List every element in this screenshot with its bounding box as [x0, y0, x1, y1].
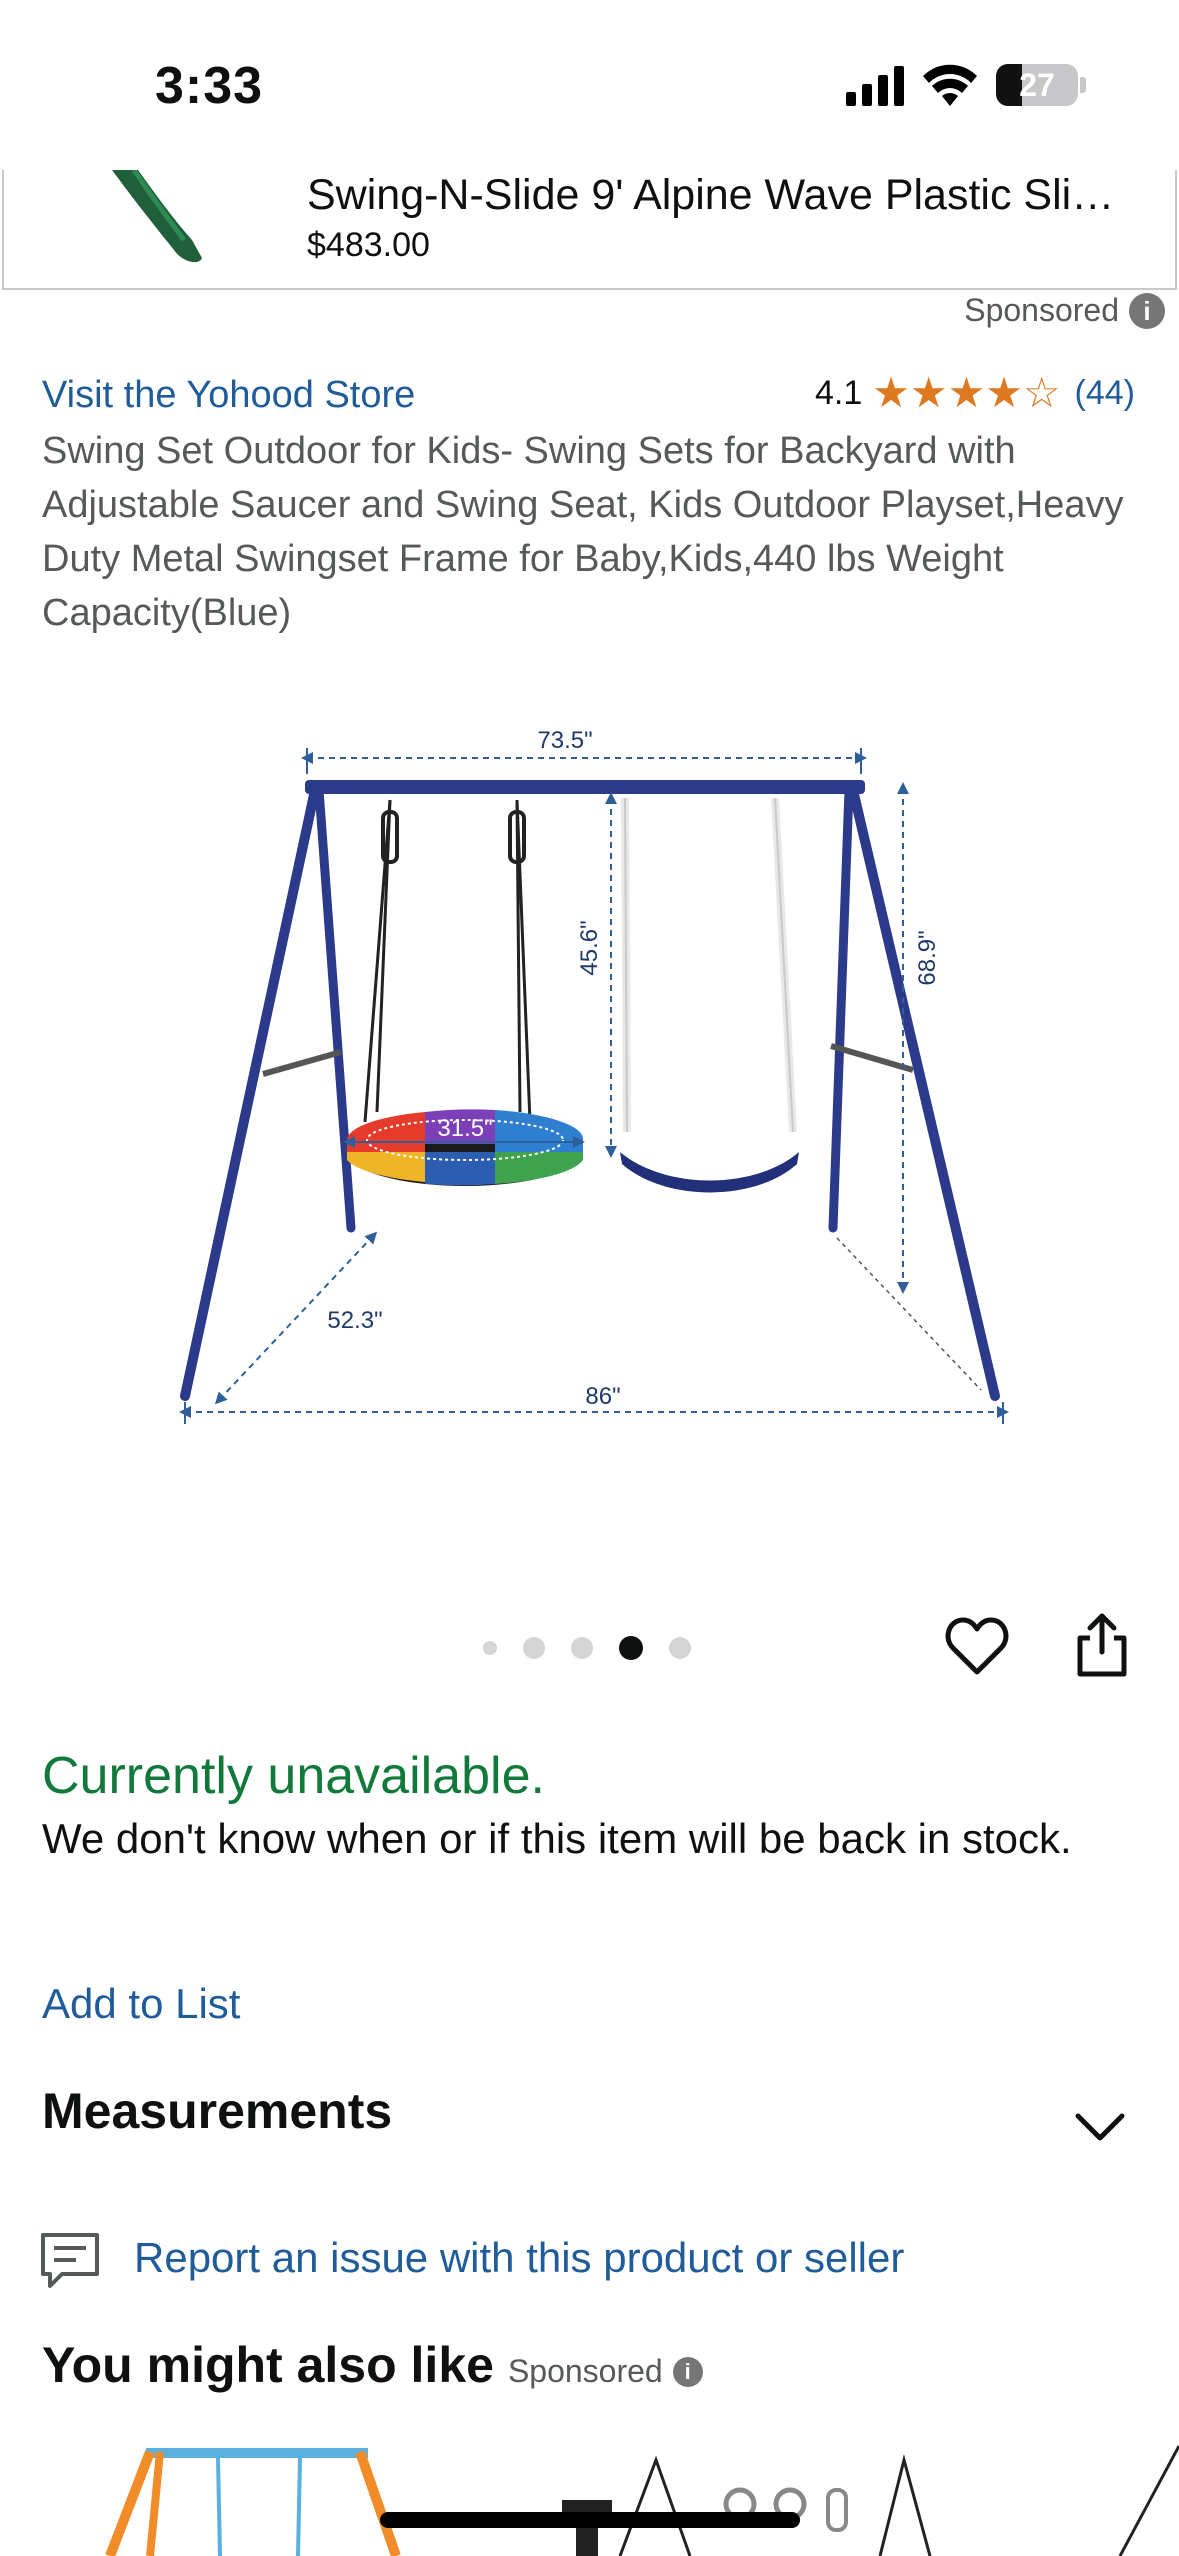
home-indicator [380, 2512, 800, 2528]
clock: 3:33 [155, 57, 264, 115]
frame-height-label: 68.9" [914, 930, 941, 985]
report-issue-link[interactable]: Report an issue with this product or sel… [134, 2234, 904, 2282]
sponsored-text: Sponsored [964, 292, 1119, 328]
reco-item-swing-set [105, 2448, 401, 2556]
top-width-label: 73.5" [537, 727, 592, 754]
banner-product-title[interactable]: Swing-N-Slide 9' Alpine Wave Plastic Sli… [307, 170, 1167, 220]
right-leg-front [848, 785, 1000, 1401]
add-to-list-link[interactable]: Add to List [42, 1980, 240, 2028]
left-leg-front [180, 785, 320, 1401]
right-leg-back [828, 785, 854, 1233]
visit-store-link[interactable]: Visit the Yohood Store [42, 374, 415, 417]
reco-item-hardware [562, 2454, 932, 2556]
measurements-section[interactable]: Measurements [0, 2070, 1179, 2180]
left-leg-back [314, 785, 356, 1233]
star-filled-icon: ★ [947, 369, 986, 416]
feedback-icon [41, 2233, 99, 2288]
star-filled-icon: ★ [985, 369, 1023, 416]
measurements-title: Measurements [42, 2083, 393, 2139]
carousel-dot[interactable] [619, 1636, 643, 1660]
saucer-label: 31.5" [437, 1115, 492, 1142]
availability-status: Currently unavailable. [42, 1747, 545, 1805]
rating-count[interactable]: (44) [1075, 374, 1135, 413]
status-bar: 3:33 27 [0, 0, 1179, 170]
rating-value: 4.1 [814, 373, 863, 412]
product-title: Swing Set Outdoor for Kids- Swing Sets f… [42, 430, 1124, 634]
top-beam [305, 780, 865, 794]
reco-item-partial [1118, 2445, 1179, 2556]
carousel-dot[interactable] [483, 1641, 497, 1655]
battery-icon: 27 [996, 64, 1078, 106]
info-icon[interactable]: i [1129, 292, 1165, 329]
also-like-sponsored[interactable]: Sponsored i [508, 2353, 703, 2390]
chevron-down-icon[interactable] [1074, 2110, 1126, 2142]
star-empty-icon: ☆ [1022, 369, 1061, 416]
product-image[interactable]: 73.5" 31.5" 45.6" 68.9" 52.3" 86" [165, 712, 1025, 1432]
heart-icon[interactable] [945, 1616, 1009, 1676]
battery-level: 27 [1019, 67, 1055, 103]
rating-summary[interactable]: 4.1 ★ ★ ★ ★ ☆ (44) [815, 372, 1135, 414]
availability-message: We don't know when or if this item will … [42, 1815, 1072, 1862]
info-icon[interactable]: i [672, 2356, 703, 2387]
share-icon[interactable] [1072, 1612, 1132, 1678]
base-width-label: 86" [585, 1383, 620, 1410]
star-filled-icon: ★ [909, 369, 948, 416]
depth-label: 52.3" [327, 1307, 382, 1334]
star-filled-icon: ★ [872, 369, 910, 416]
carousel-dot[interactable] [669, 1637, 691, 1659]
belt-swing-seat [620, 1152, 799, 1193]
also-like-title: You might also like [42, 2337, 494, 2393]
report-issue-row[interactable]: Report an issue with this product or sel… [40, 2228, 1140, 2292]
carousel-dot[interactable] [571, 1637, 593, 1659]
sponsored-product-banner[interactable]: Swing-N-Slide 9' Alpine Wave Plastic Sli… [2, 170, 1177, 290]
sponsored-label[interactable]: Sponsored i [964, 292, 1165, 329]
carousel-dot[interactable] [523, 1637, 545, 1659]
star-rating: ★ ★ ★ ★ ☆ [872, 372, 1060, 414]
also-like-header: You might also like Sponsored i [42, 2336, 703, 2394]
wifi-icon [923, 64, 977, 106]
chain-height-label: 45.6" [576, 920, 603, 975]
recommendations-carousel[interactable] [0, 2440, 1179, 2556]
banner-price: $483.00 [307, 226, 430, 264]
cellular-signal-icon [846, 66, 904, 106]
image-carousel-dots[interactable] [483, 1636, 717, 1660]
slide-thumbnail [112, 170, 202, 263]
